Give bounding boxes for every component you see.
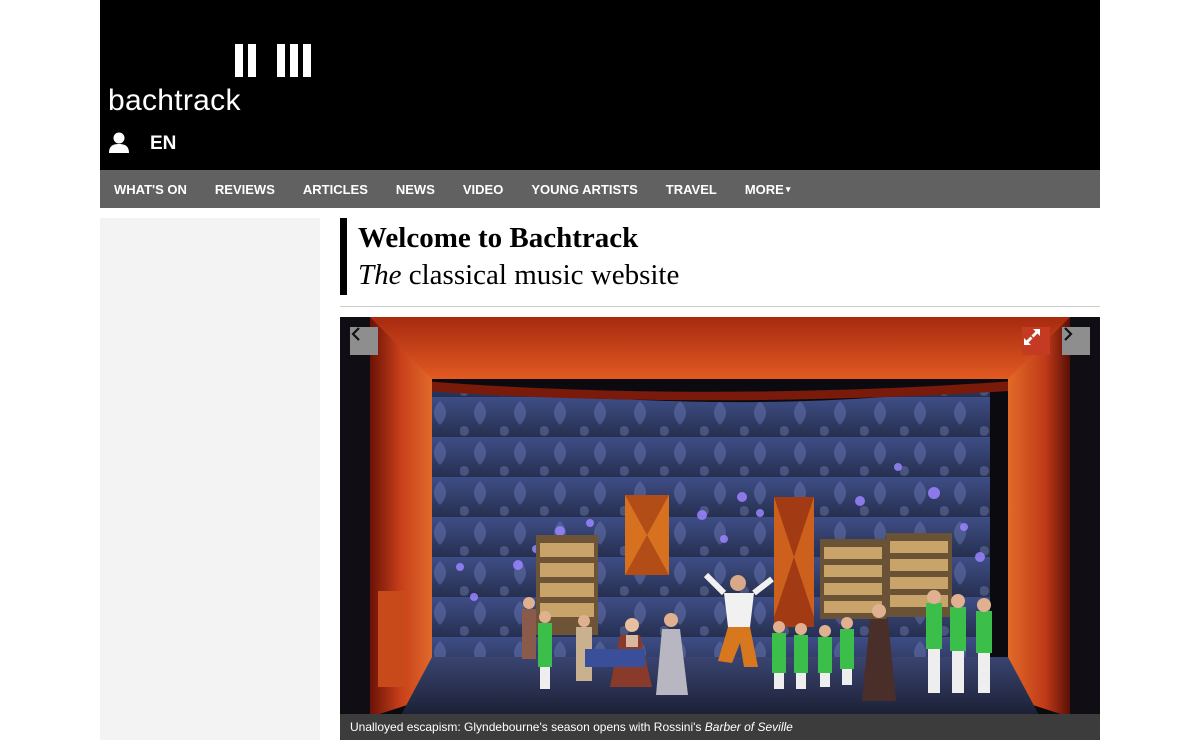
site-header: bachtrack EN [100,0,1100,170]
nav-item-label: VIDEO [462,181,504,197]
nav-item-travel[interactable]: TRAVEL [666,182,717,197]
slide-caption: Unalloyed escapism: Glyndebourne's seaso… [340,714,1100,740]
caption-text: Unalloyed escapism: Glyndebourne's seaso… [350,720,705,734]
chevron-left-icon [351,327,360,341]
caret-down-icon: ▾ [785,183,791,194]
nav-item-label: NEWS [395,181,435,197]
chevron-right-icon [1064,327,1073,341]
logo-text[interactable]: bachtrack [108,84,241,118]
nav-item-label: REVIEWS [214,181,275,197]
page-subtitle: The classical music website [358,259,679,292]
slide-image[interactable] [340,317,1100,717]
nav-item-articles[interactable]: ARTICLES [303,182,368,197]
left-sidebar-panel [100,218,320,740]
nav-item-whats-on[interactable]: WHAT'S ON [114,182,187,197]
subtitle-emphasis: The [358,259,402,291]
nav-item-label: ARTICLES [302,181,368,197]
logo-mark[interactable] [235,44,316,77]
accent-bar [340,218,347,295]
slideshow-next-button[interactable] [1062,327,1090,355]
expand-icon [1024,329,1040,345]
nav-item-label: YOUNG ARTISTS [531,181,638,197]
nav-item-reviews[interactable]: REVIEWS [215,182,275,197]
featured-slideshow[interactable]: Unalloyed escapism: Glyndebourne's seaso… [340,317,1100,740]
language-selector[interactable]: EN [150,133,176,155]
nav-item-label: TRAVEL [665,181,717,197]
main-nav: WHAT'S ON REVIEWS ARTICLES NEWS VIDEO YO… [100,170,1100,208]
nav-item-label: WHAT'S ON [114,181,187,197]
nav-item-more[interactable]: MORE ▾ [745,182,791,197]
nav-item-label: MORE [744,181,784,197]
slideshow-expand-button[interactable] [1022,327,1050,355]
slideshow-prev-button[interactable] [350,327,378,355]
subtitle-text: classical music website [401,259,680,291]
nav-item-news[interactable]: NEWS [396,182,435,197]
nav-item-video[interactable]: VIDEO [463,182,503,197]
caption-emphasis: Barber of Seville [704,720,793,734]
user-icon[interactable] [108,132,130,154]
welcome-heading: Welcome to Bachtrack The classical music… [340,218,1100,307]
page-title: Welcome to Bachtrack [358,222,639,254]
page: bachtrack EN WHAT'S ON REVIEWS ARTICLES … [100,0,1100,740]
nav-item-young-artists[interactable]: YOUNG ARTISTS [531,182,637,197]
